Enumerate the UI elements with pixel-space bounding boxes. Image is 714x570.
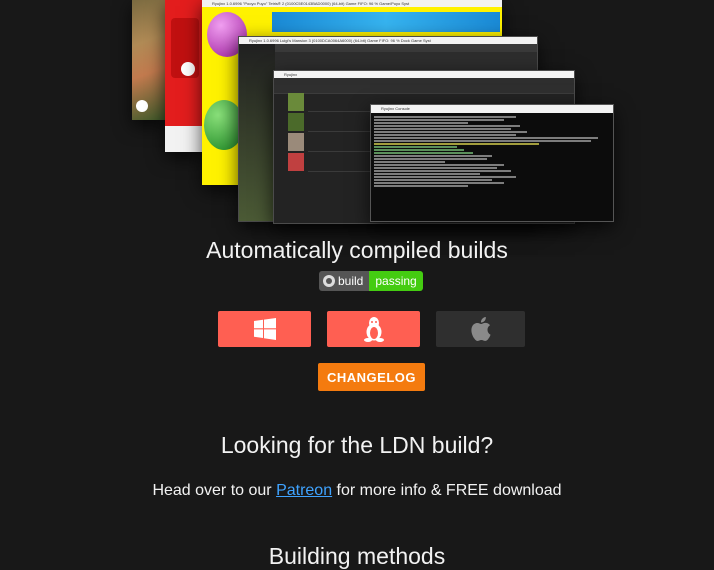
window-title: Ryujinx [274,71,574,78]
game-screenshot-red [165,0,205,152]
linux-download-button[interactable] [327,311,420,347]
builds-title: Automatically compiled builds [206,237,508,263]
windows-download-button[interactable] [218,311,311,347]
window-title: Ryujinx Console [371,105,613,112]
building-methods-title: Building methods [268,543,446,569]
emulator-console-window: Ryujinx Console [370,104,614,222]
patreon-link[interactable]: Patreon [276,482,332,499]
badge-label: build [338,274,364,288]
wifi-icon [136,100,148,112]
ci-icon [323,275,335,287]
hero-screenshots: Ryujinx 1.0.6996 "Pooyo Puyo" Tetris® 2 … [0,0,714,232]
apple-logo-icon [470,317,490,341]
game-screenshot-mario [132,0,166,120]
window-title: Ryujinx 1.0.6996 Luigi's Mansion 3 (0100… [239,37,537,44]
badge-status: passing [369,271,423,291]
macos-download-button[interactable] [436,311,525,347]
ldn-description: Head over to our Patreon for more info &… [0,482,714,500]
linux-tux-icon [363,317,384,342]
ldn-text-before: Head over to our [152,482,277,499]
ldn-title: Looking for the LDN build? [220,432,494,458]
windows-logo-icon [253,318,276,340]
window-title: Ryujinx 1.0.6996 "Pooyo Puyo" Tetris® 2 … [202,0,502,7]
ldn-text-after: for more info & FREE download [332,482,562,499]
changelog-button[interactable]: CHANGELOG [318,363,425,391]
build-status-badge[interactable]: build passing [319,271,423,291]
